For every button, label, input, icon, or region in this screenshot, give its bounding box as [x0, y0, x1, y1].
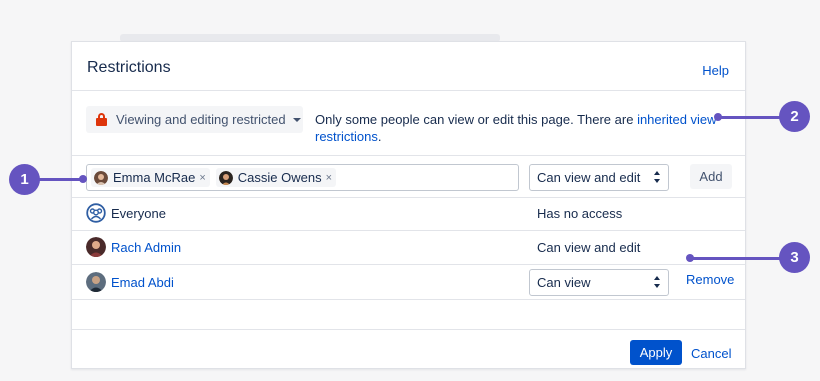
select-arrows-icon [654, 171, 661, 184]
entry-name: Everyone [111, 205, 166, 221]
cancel-button[interactable]: Cancel [691, 346, 731, 361]
entry-permission-value: Can view [537, 275, 591, 290]
user-chip: Cassie Owens × [215, 168, 337, 187]
cassie-avatar [218, 170, 233, 185]
restriction-info-suffix: . [377, 129, 382, 144]
user-chip: Emma McRae × [91, 168, 210, 187]
restriction-level-dropdown[interactable]: Viewing and editing restricted [86, 106, 303, 133]
remove-entry-link[interactable]: Remove [686, 272, 734, 287]
entry-row-everyone: Everyone [86, 203, 166, 223]
section-divider [72, 155, 745, 156]
rach-avatar [86, 237, 106, 257]
chip-remove-icon[interactable]: × [199, 172, 205, 184]
select-arrows-icon [654, 276, 661, 289]
restriction-level-label: Viewing and editing restricted [116, 112, 286, 127]
entry-permission: Has no access [537, 206, 623, 221]
dialog-title: Restrictions [87, 59, 171, 76]
lock-icon [96, 113, 107, 126]
row-divider [72, 197, 745, 198]
chip-remove-icon[interactable]: × [326, 172, 332, 184]
dialog-header: Restrictions Help [72, 42, 745, 90]
restriction-info: Only some people can view or edit this p… [315, 111, 725, 145]
entry-row-rach-admin: Rach Admin [86, 237, 181, 257]
callout-badge: 1 [9, 164, 40, 195]
user-picker-input[interactable]: Emma McRae × Cassie Owens × [86, 164, 519, 191]
entry-name[interactable]: Rach Admin [111, 240, 181, 255]
add-button[interactable]: Add [690, 164, 732, 189]
entry-row-emad-abdi: Emad Abdi [86, 272, 174, 292]
callout-line [690, 257, 782, 260]
callout-badge: 3 [779, 242, 810, 273]
row-divider [72, 264, 745, 265]
new-permission-value: Can view and edit [537, 170, 641, 185]
emad-avatar [86, 272, 106, 292]
caret-down-icon [292, 117, 301, 122]
chip-label: Emma McRae [113, 170, 196, 185]
group-icon [86, 203, 106, 223]
callout-line [718, 116, 782, 119]
restrictions-dialog: Restrictions Help Viewing and editing re… [71, 41, 746, 369]
help-link[interactable]: Help [702, 63, 729, 78]
header-divider [72, 90, 745, 91]
callout-line [38, 178, 82, 181]
emma-avatar [94, 170, 108, 185]
new-permission-select[interactable]: Can view and edit [529, 164, 669, 191]
entry-permission-select[interactable]: Can view [529, 269, 669, 296]
callout-badge: 2 [779, 101, 810, 132]
row-divider [72, 299, 745, 300]
restriction-info-text: Only some people can view or edit this p… [315, 112, 638, 127]
entry-permission: Can view and edit [537, 240, 641, 255]
chip-label: Cassie Owens [237, 170, 322, 185]
footer-divider [72, 329, 745, 330]
apply-button[interactable]: Apply [630, 340, 682, 365]
entry-name[interactable]: Emad Abdi [111, 275, 174, 290]
row-divider [72, 230, 745, 231]
callout-dot [79, 175, 87, 183]
